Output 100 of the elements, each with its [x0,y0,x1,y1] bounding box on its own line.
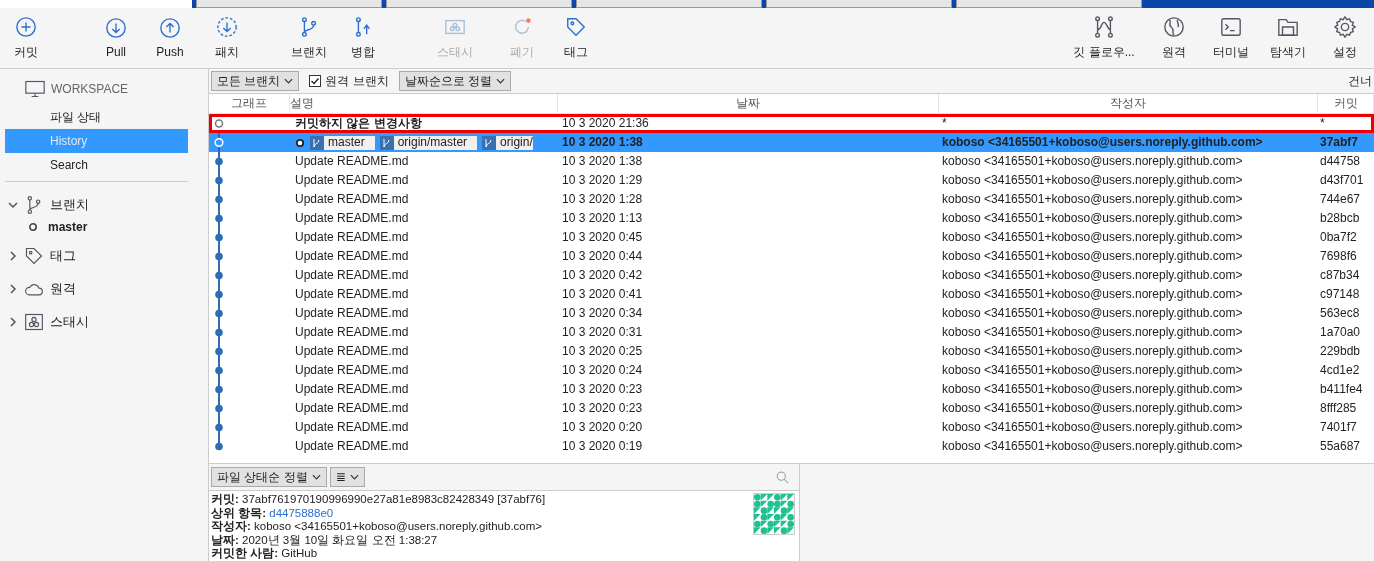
commit-row[interactable]: Update README.md 10 3 2020 0:41 koboso <34165501+koboso@users.noreply.github.com> c97148 [209,285,1374,304]
file-sort-dropdown[interactable]: 파일 상태순 정렬 [211,467,327,487]
branch-icon [310,135,324,150]
branch-dropdown[interactable]: 모든 브랜치 [211,71,300,91]
commit-row[interactable]: Update README.md 10 3 2020 0:44 koboso <34165501+koboso@users.noreply.github.com> 7698f6 [209,247,1374,266]
toolbar-button[interactable]: 터미널 [1203,8,1258,68]
gear-icon [1333,15,1356,38]
detail-line: 상위 항목: d4475888e0 [211,506,335,520]
author-cell-text: koboso <34165501+koboso@users.noreply.github.com> [941,172,1244,189]
commit-row[interactable]: Update README.md 10 3 2020 0:24 koboso <34165501+koboso@users.noreply.github.com> 4cd1e2 [209,361,1374,380]
commit-row[interactable]: Update README.md 10 3 2020 0:42 koboso <34165501+koboso@users.noreply.github.com> c87b34 [209,266,1374,285]
sidebar-group[interactable]: 원격 [50,279,76,298]
column-header[interactable]: 날짜 [558,94,939,113]
parent-link[interactable]: d4475888e0 [269,506,334,519]
date-cell-text: 10 3 2020 0:20 [561,419,644,436]
date-cell-text: 10 3 2020 0:24 [561,362,644,379]
date-cell-text: 10 3 2020 0:44 [561,248,644,265]
chevron-icon[interactable] [8,283,18,294]
commit-row[interactable]: master origin/master origin/ 10 3 2020 1:38 koboso <34165501+koboso@users.noreply.github.com> 37abf7 [209,133,1374,152]
chevron-icon[interactable] [8,316,18,327]
column-header[interactable]: 설명 [290,94,558,113]
commit-message: Update README.md [295,210,409,227]
toolbar-button[interactable]: 브랜치 [283,8,335,68]
commit-hash-cell-text: b411fe4 [1319,381,1364,398]
chevron-icon[interactable] [8,250,18,261]
commit-row[interactable]: Update README.md 10 3 2020 0:31 koboso <34165501+koboso@users.noreply.github.com> 1a70a0 [209,323,1374,342]
commit-hash-cell-text: c97148 [1319,286,1361,303]
toolbar-button[interactable]: 커밋 [0,8,52,68]
date-cell-text: 10 3 2020 1:28 [561,191,644,208]
section-title: WORKSPACE [51,82,129,96]
commit-row[interactable]: Update README.md 10 3 2020 1:38 koboso <34165501+koboso@users.noreply.github.com> d44758 [209,152,1374,171]
commit-hash-cell-text: * [1319,115,1326,132]
column-header[interactable]: 커밋 [1318,94,1374,113]
commit-message: Update README.md [295,362,409,379]
repo-tab[interactable] [956,0,1142,8]
commit-hash-cell-text: 7698f6 [1319,248,1358,265]
sort-dropdown[interactable]: 날짜순으로 정렬 [398,71,512,91]
commit-row[interactable]: Update README.md 10 3 2020 0:34 koboso <34165501+koboso@users.noreply.github.com> 563ec8 [209,304,1374,323]
repo-tab[interactable] [196,0,382,8]
repo-tab[interactable] [386,0,572,8]
author-cell-text: koboso <34165501+koboso@users.noreply.github.com> [941,419,1244,436]
branch-name: origin/ [500,134,533,151]
branch-label[interactable]: origin/master [379,135,478,150]
commit-row[interactable]: Update README.md 10 3 2020 0:23 koboso <34165501+koboso@users.noreply.github.com> b411fe4 [209,380,1374,399]
commit-row[interactable]: Update README.md 10 3 2020 1:28 koboso <34165501+koboso@users.noreply.github.com> 744e67 [209,190,1374,209]
commit-row[interactable]: Update README.md 10 3 2020 1:29 koboso <34165501+koboso@users.noreply.github.com> d43f701 [209,171,1374,190]
search-icon[interactable] [776,470,789,484]
checkbox[interactable] [309,75,322,87]
commit-row[interactable]: Update README.md 10 3 2020 0:19 koboso <34165501+koboso@users.noreply.github.com> 55a687 [209,437,1374,456]
toolbar-button[interactable]: 설정 [1317,8,1372,68]
repo-tab[interactable] [766,0,952,8]
view-dropdown[interactable]: ≣ [329,467,365,487]
date-cell-text: 10 3 2020 0:23 [561,400,644,417]
avatar-icon [753,493,795,535]
date-cell-text: 10 3 2020 1:29 [561,172,644,189]
detail-line: 커밋한 사람: GitHub [211,547,319,561]
branch-label[interactable]: origin/ [482,135,533,150]
detail-line: 날짜: 2020년 3월 10일 화요일 오전 1:38:27 [211,533,439,547]
commit-message: Update README.md [295,400,409,417]
chevron-icon[interactable] [8,199,18,210]
author-cell-text: koboso <34165501+koboso@users.noreply.github.com> [941,134,1264,151]
commit-message: Update README.md [295,438,409,455]
author-cell-text: * [941,115,948,132]
commit-hash-cell-text: b28bcb [1319,210,1361,227]
commit-hash-cell-text: 229bdb [1319,343,1362,360]
commit-hash-cell-text: 37abf7 [1319,134,1360,151]
commit-row[interactable]: Update README.md 10 3 2020 0:23 koboso <34165501+koboso@users.noreply.github.com> 8fff285 [209,399,1374,418]
toolbar-button[interactable]: 탐색기 [1260,8,1315,68]
toolbar-button[interactable]: 태그 [550,8,602,68]
detail-line: 커밋: 37abf761970190996990e27a81e8983c82428349 [37abf76] [211,493,546,507]
sidebar-item[interactable]: Search [5,153,188,177]
commit-hash-cell-text: 0ba7f2 [1319,229,1358,246]
author-cell-text: koboso <34165501+koboso@users.noreply.github.com> [941,438,1244,455]
commit-row[interactable]: Update README.md 10 3 2020 0:45 koboso <34165501+koboso@users.noreply.github.com> 0ba7f2 [209,228,1374,247]
sidebar-group[interactable]: 스태시 [50,312,89,331]
commit-message: Update README.md [295,191,409,208]
commit-message: Update README.md [295,286,409,303]
commit-row[interactable]: 커밋하지 않은 변경사항 10 3 2020 21:36 * * [209,114,1374,133]
column-header[interactable]: 작성자 [939,94,1318,113]
tag-icon [24,245,44,266]
author-cell-text: koboso <34165501+koboso@users.noreply.github.com> [941,248,1244,265]
commit-row[interactable]: Update README.md 10 3 2020 0:25 koboso <34165501+koboso@users.noreply.github.com> 229bdb [209,342,1374,361]
toolbar-button[interactable]: Push [144,8,196,68]
toolbar-button[interactable]: 병합 [337,8,389,68]
sidebar-group[interactable]: 태그 [50,246,76,265]
commit-row[interactable]: Update README.md 10 3 2020 1:13 koboso <34165501+koboso@users.noreply.github.com> b28bcb [209,209,1374,228]
repo-tab[interactable] [576,0,762,8]
date-cell-text: 10 3 2020 0:19 [561,438,644,455]
column-header[interactable]: 그래프 [209,94,290,113]
commit-hash-cell-text: 1a70a0 [1319,324,1362,341]
toolbar-button[interactable]: Pull [90,8,142,68]
toolbar-button[interactable]: 깃 플로우... [1064,8,1144,68]
branch-label[interactable]: master [310,135,375,150]
branch-item[interactable]: master [48,220,88,234]
toolbar-button[interactable]: 패치 [201,8,253,68]
sidebar-item[interactable]: 파일 상태 [5,105,188,129]
toolbar-button[interactable]: 원격 [1146,8,1201,68]
commit-row[interactable]: Update README.md 10 3 2020 0:20 koboso <34165501+koboso@users.noreply.github.com> 7401f7 [209,418,1374,437]
sidebar-group[interactable]: 브랜치 [50,195,89,214]
tag-icon [565,15,587,38]
